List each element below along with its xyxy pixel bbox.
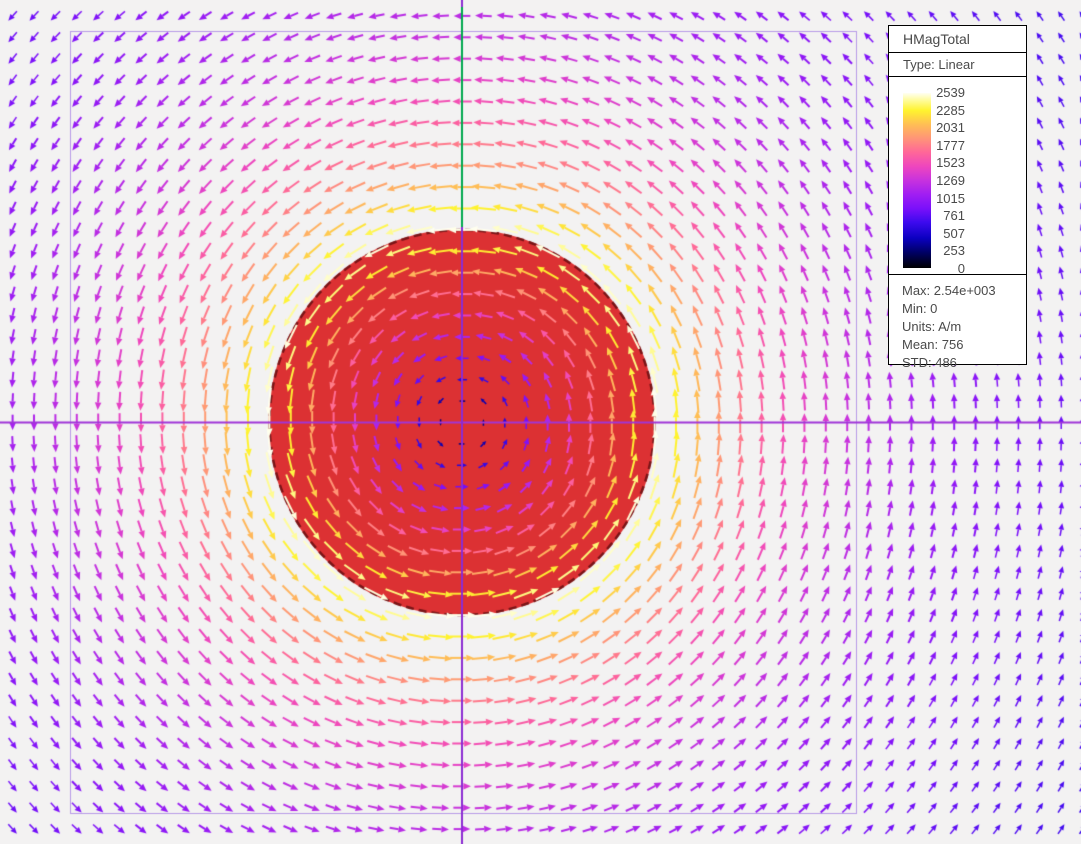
stat-line: Units: A/m bbox=[902, 319, 962, 334]
legend-scale-type: Type: Linear bbox=[889, 53, 1026, 77]
scale-label: 1015 bbox=[936, 190, 965, 206]
scale-label: 761 bbox=[943, 208, 965, 224]
scale-label: 2285 bbox=[936, 102, 965, 118]
scale-label: 0 bbox=[957, 260, 965, 276]
scale-label: 1269 bbox=[936, 172, 965, 188]
scale-label: 253 bbox=[943, 243, 965, 259]
scale-label: 2031 bbox=[936, 120, 965, 136]
legend-scale-section: 2539 2285 2031 1777 1523 1269 1015 761 507 253 0 bbox=[889, 77, 1026, 275]
colorbar-gradient bbox=[903, 93, 931, 268]
legend-title: HMagTotal bbox=[889, 26, 1026, 53]
stat-line: Mean: 756 bbox=[902, 337, 964, 352]
legend-stats: Max: 2.54e+003 Min: 0 Units: A/m Mean: 756 S… bbox=[889, 275, 1026, 372]
scale-label: 507 bbox=[943, 225, 965, 241]
stat-line: STD: 486 bbox=[902, 355, 957, 370]
stat-line: Min: 0 bbox=[902, 301, 938, 316]
scale-label: 2539 bbox=[936, 85, 965, 100]
field-legend: HMagTotal Type: Linear 2539 2285 2031 1777 1… bbox=[888, 25, 1027, 370]
stat-line: Max: 2.54e+003 bbox=[902, 283, 996, 298]
scale-label: 1777 bbox=[936, 137, 965, 153]
scale-labels: 2539 2285 2031 1777 1523 1269 1015 761 507 253 0 bbox=[929, 86, 965, 275]
scale-label: 1523 bbox=[936, 155, 965, 171]
